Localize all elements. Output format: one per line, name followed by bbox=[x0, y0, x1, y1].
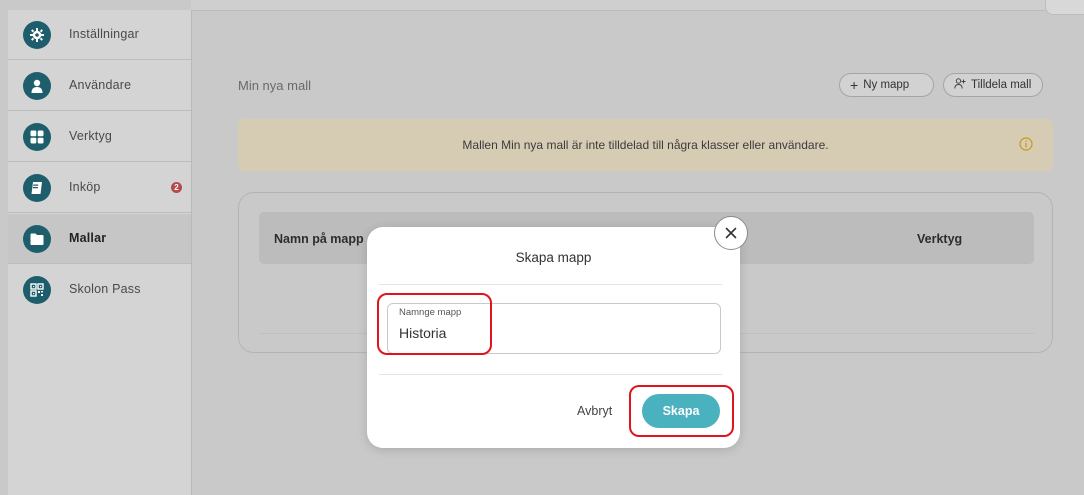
qr-code-icon bbox=[23, 276, 51, 304]
assign-template-label: Tilldela mall bbox=[971, 79, 1032, 91]
warning-banner: Mallen Min nya mall är inte tilldelad ti… bbox=[238, 119, 1053, 171]
sidebar-item-verktyg[interactable]: Verktyg bbox=[8, 112, 191, 162]
red-highlight-box bbox=[377, 293, 492, 355]
sidebar: Inställningar Användare Verktyg Inköp 2 … bbox=[8, 10, 192, 495]
sidebar-item-installningar[interactable]: Inställningar bbox=[8, 10, 191, 60]
warning-text: Mallen Min nya mall är inte tilldelad ti… bbox=[462, 138, 829, 152]
create-folder-dialog: Skapa mapp Namnge mapp Avbryt Skapa bbox=[367, 216, 748, 448]
book-icon bbox=[23, 174, 51, 202]
info-icon bbox=[1019, 137, 1033, 151]
dialog-title: Skapa mapp bbox=[515, 250, 592, 265]
gear-icon bbox=[23, 21, 51, 49]
grid-icon bbox=[23, 123, 51, 151]
sidebar-item-label: Skolon Pass bbox=[69, 282, 141, 296]
user-icon bbox=[23, 72, 51, 100]
top-bar bbox=[191, 0, 1046, 11]
sidebar-item-skolon-pass[interactable]: Skolon Pass bbox=[8, 265, 191, 315]
corner-button[interactable] bbox=[1045, 0, 1084, 15]
sidebar-item-anvandare[interactable]: Användare bbox=[8, 61, 191, 111]
sidebar-item-label: Användare bbox=[69, 78, 132, 92]
cancel-button[interactable]: Avbryt bbox=[577, 404, 612, 418]
column-header-tools: Verktyg bbox=[917, 232, 963, 246]
divider bbox=[379, 374, 722, 375]
assign-template-button[interactable]: Tilldela mall bbox=[943, 73, 1043, 97]
sidebar-item-label: Mallar bbox=[69, 231, 107, 245]
divider bbox=[379, 284, 722, 285]
close-button[interactable] bbox=[714, 216, 748, 250]
new-folder-button[interactable]: + Ny mapp bbox=[839, 73, 934, 97]
column-header-name: Namn på mapp bbox=[274, 232, 364, 246]
sidebar-item-label: Inställningar bbox=[69, 27, 140, 41]
add-user-icon bbox=[954, 78, 966, 92]
plus-icon: + bbox=[850, 77, 859, 93]
notification-badge: 2 bbox=[171, 182, 182, 193]
sidebar-item-inkop[interactable]: Inköp 2 bbox=[8, 163, 191, 213]
sidebar-item-label: Verktyg bbox=[69, 129, 113, 143]
sidebar-item-mallar[interactable]: Mallar bbox=[8, 214, 191, 264]
page-title: Min nya mall bbox=[238, 78, 311, 93]
new-folder-label: Ny mapp bbox=[863, 79, 910, 91]
red-highlight-box bbox=[629, 385, 734, 437]
folder-icon bbox=[23, 225, 51, 253]
sidebar-item-label: Inköp bbox=[69, 180, 101, 194]
close-icon bbox=[725, 227, 737, 239]
